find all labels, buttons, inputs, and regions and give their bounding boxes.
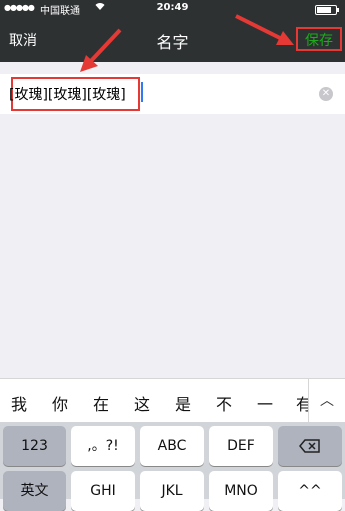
key-emoticon[interactable]: ^^ <box>278 471 342 511</box>
keyboard: 123 ,。?! ABC DEF 英文 GHI JKL MNO ^^ <box>0 422 345 511</box>
key-jkl[interactable]: JKL <box>140 471 204 511</box>
key-punctuation[interactable]: ,。?! <box>71 426 135 466</box>
backspace-icon <box>299 439 320 453</box>
status-bar: ●●●●● 中国联通 20:49 <box>0 0 345 18</box>
clear-icon[interactable]: ✕ <box>319 87 333 101</box>
candidate-item[interactable]: 我 <box>11 391 27 415</box>
page-title: 名字 <box>156 33 189 52</box>
candidate-item[interactable]: 这 <box>134 391 150 415</box>
candidate-item[interactable]: 不 <box>216 391 232 415</box>
key-ghi[interactable]: GHI <box>71 471 135 511</box>
key-abc[interactable]: ABC <box>140 426 204 466</box>
nav-bar: 取消 名字 保存 <box>0 18 345 62</box>
clock: 20:49 <box>156 2 189 13</box>
backspace-key[interactable] <box>278 426 342 466</box>
save-button[interactable]: 保存 <box>296 27 342 51</box>
candidate-item[interactable]: 一 <box>257 391 273 415</box>
key-english[interactable]: 英文 <box>3 471 66 511</box>
chevron-up-icon[interactable]: ︿ <box>308 379 345 423</box>
name-input[interactable]: [玫瑰][玫瑰][玫瑰] <box>9 84 126 104</box>
key-def[interactable]: DEF <box>209 426 273 466</box>
battery-icon <box>315 5 339 15</box>
candidate-item[interactable]: 你 <box>52 391 68 415</box>
text-caret <box>141 82 143 102</box>
key-mno[interactable]: MNO <box>209 471 273 511</box>
key-123[interactable]: 123 <box>3 426 66 466</box>
candidate-item[interactable]: 在 <box>93 391 109 415</box>
candidate-bar: 我 你 在 这 是 不 一 有 ︿ <box>0 378 345 423</box>
name-input-row: [玫瑰][玫瑰][玫瑰] ✕ <box>0 74 345 114</box>
candidate-item[interactable]: 是 <box>175 391 191 415</box>
